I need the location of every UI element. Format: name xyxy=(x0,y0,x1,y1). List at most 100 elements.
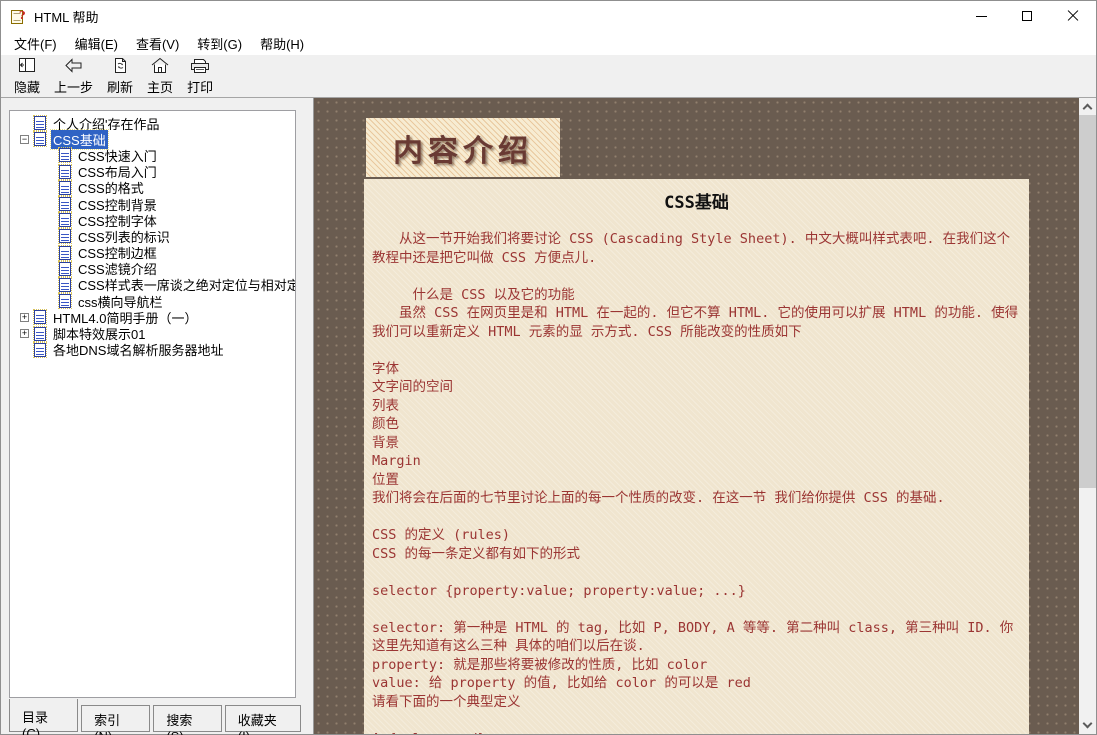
chevron-up-icon xyxy=(1083,104,1093,114)
topic-page-icon xyxy=(59,197,71,211)
menu-goto[interactable]: 转到(G) xyxy=(188,31,251,56)
tree-expander-icon[interactable] xyxy=(20,135,29,144)
window-title: HTML 帮助 xyxy=(34,7,99,26)
tree-item[interactable]: css横向导航栏 xyxy=(12,293,293,309)
topic-page-icon xyxy=(34,327,46,341)
refresh-label: 刷新 xyxy=(107,77,133,96)
topic-page-icon xyxy=(59,165,71,179)
article-line: 从这一节开始我们将要讨论 CSS (Cascading Style Sheet)… xyxy=(372,230,1021,267)
tree-item[interactable]: 各地DNS域名解析服务器地址 xyxy=(12,342,293,358)
article-line: 我们将会在后面的七节里讨论上面的每一个性质的改变. 在这一节 我们给你提供 CS… xyxy=(372,489,1021,508)
close-button[interactable] xyxy=(1050,1,1096,31)
article-line: 什么是 CSS 以及它的功能 xyxy=(372,286,1021,305)
tree-item[interactable]: HTML4.0简明手册（一） xyxy=(12,309,293,325)
topic-page-icon xyxy=(34,132,46,146)
tree-item[interactable]: CSS滤镜介绍 xyxy=(12,261,293,277)
tree-item-label[interactable]: 各地DNS域名解析服务器地址 xyxy=(51,340,225,359)
article-line: CSS 的定义 (rules) xyxy=(372,526,1021,545)
maximize-button[interactable] xyxy=(1004,1,1050,31)
content-intro-banner: 内容介绍 xyxy=(366,118,560,177)
tree-item[interactable]: CSS基础 xyxy=(12,131,293,147)
article-line: 字体 xyxy=(372,360,1021,379)
tab-contents[interactable]: 目录(C) xyxy=(9,699,78,732)
tree-expander-icon[interactable] xyxy=(20,329,29,338)
menu-bar: 文件(F) 编辑(E) 查看(V) 转到(G) 帮助(H) xyxy=(1,31,1096,55)
article-line: selector: 第一种是 HTML 的 tag, 比如 P, BODY, A… xyxy=(372,619,1021,656)
tree-item[interactable]: CSS控制字体 xyxy=(12,212,293,228)
tree-item[interactable]: CSS控制背景 xyxy=(12,196,293,212)
tree-item[interactable]: CSS样式表一席谈之绝对定位与相对定位 xyxy=(12,277,293,293)
topic-page-icon xyxy=(59,229,71,243)
toolbar: 隐藏 上一步 刷新 主页 xyxy=(1,55,1096,98)
article-line xyxy=(372,267,1021,286)
print-label: 打印 xyxy=(187,77,213,96)
topic-page-icon xyxy=(59,213,71,227)
tree-item[interactable]: CSS布局入门 xyxy=(12,164,293,180)
tree-item[interactable]: CSS控制边框 xyxy=(12,245,293,261)
scrollbar-thumb[interactable] xyxy=(1079,115,1096,488)
title-bar: ? HTML 帮助 xyxy=(1,1,1096,31)
scroll-up-button[interactable] xyxy=(1079,98,1096,115)
topic-page-icon xyxy=(59,278,71,292)
topic-page: CSS基础 从这一节开始我们将要讨论 CSS (Cascading Style … xyxy=(364,179,1029,734)
banner-title: 内容介绍 xyxy=(393,126,533,170)
print-button[interactable]: 打印 xyxy=(180,55,220,97)
tree-item[interactable]: CSS的格式 xyxy=(12,180,293,196)
back-arrow-icon xyxy=(62,56,86,76)
help-viewer-window: ? HTML 帮助 文件(F) 编辑(E) 查看(V) 转到(G) 帮助(H) … xyxy=(0,0,1097,735)
scroll-down-button[interactable] xyxy=(1079,717,1096,734)
topic-title: CSS基础 xyxy=(372,188,1021,213)
menu-file[interactable]: 文件(F) xyxy=(5,31,66,56)
article-line: Margin xyxy=(372,452,1021,471)
tree-item[interactable]: 脚本特效展示01 xyxy=(12,325,293,341)
article-line: selector {property:value; property:value… xyxy=(372,582,1021,601)
chevron-down-icon xyxy=(1083,719,1093,729)
menu-view[interactable]: 查看(V) xyxy=(127,31,188,56)
article-line xyxy=(372,600,1021,619)
navigation-panel: 个人介绍'存在作品 CSS基础 CSS快速入门 xyxy=(1,98,304,734)
minimize-button[interactable] xyxy=(958,1,1004,31)
back-button[interactable]: 上一步 xyxy=(47,55,100,97)
article-line: property: 就是那些将要被修改的性质, 比如 color xyxy=(372,656,1021,675)
article-line: A {color: red} xyxy=(372,730,1021,735)
article-line: 背景 xyxy=(372,434,1021,453)
hide-pane-icon xyxy=(16,56,38,76)
contents-tree: 个人介绍'存在作品 CSS基础 CSS快速入门 xyxy=(12,115,293,358)
tab-search[interactable]: 搜索(S) xyxy=(153,705,221,732)
tree-item[interactable]: CSS快速入门 xyxy=(12,147,293,163)
tab-favorites[interactable]: 收藏夹(I) xyxy=(225,705,301,732)
home-label: 主页 xyxy=(147,77,173,96)
topic-page-icon xyxy=(34,310,46,324)
html-help-app-icon: ? xyxy=(10,8,27,25)
hide-button[interactable]: 隐藏 xyxy=(7,55,47,97)
tree-item[interactable]: 个人介绍'存在作品 xyxy=(12,115,293,131)
maximize-icon xyxy=(1022,11,1032,21)
topic-page-icon xyxy=(59,246,71,260)
article-line xyxy=(372,341,1021,360)
refresh-icon xyxy=(110,56,130,76)
vertical-scrollbar[interactable] xyxy=(1079,98,1096,734)
printer-icon xyxy=(188,56,212,76)
article-line: 请看下面的一个典型定义 xyxy=(372,693,1021,712)
tab-index[interactable]: 索引(N) xyxy=(81,705,150,732)
topic-page-icon xyxy=(59,294,71,308)
menu-edit[interactable]: 编辑(E) xyxy=(66,31,127,56)
tree-expander-icon[interactable] xyxy=(20,313,29,322)
topic-body: 从这一节开始我们将要讨论 CSS (Cascading Style Sheet)… xyxy=(372,230,1021,734)
topic-content-pane: 内容介绍 CSS基础 从这一节开始我们将要讨论 CSS (Cascading S… xyxy=(313,98,1096,734)
tree-item[interactable]: CSS列表的标识 xyxy=(12,228,293,244)
navigation-tabs: 目录(C) 索引(N) 搜索(S) 收藏夹(I) xyxy=(9,698,304,732)
refresh-button[interactable]: 刷新 xyxy=(100,55,140,97)
minimize-icon xyxy=(976,16,987,17)
back-label: 上一步 xyxy=(54,77,93,96)
article-line: value: 给 property 的值, 比如给 color 的可以是 red xyxy=(372,674,1021,693)
topic-page-icon xyxy=(59,181,71,195)
hide-label: 隐藏 xyxy=(14,77,40,96)
menu-help[interactable]: 帮助(H) xyxy=(251,31,313,56)
article-line: CSS 的每一条定义都有如下的形式 xyxy=(372,545,1021,564)
home-icon xyxy=(149,56,171,76)
home-button[interactable]: 主页 xyxy=(140,55,180,97)
article-line: 列表 xyxy=(372,397,1021,416)
close-icon xyxy=(1067,10,1079,22)
svg-text:?: ? xyxy=(19,9,25,22)
